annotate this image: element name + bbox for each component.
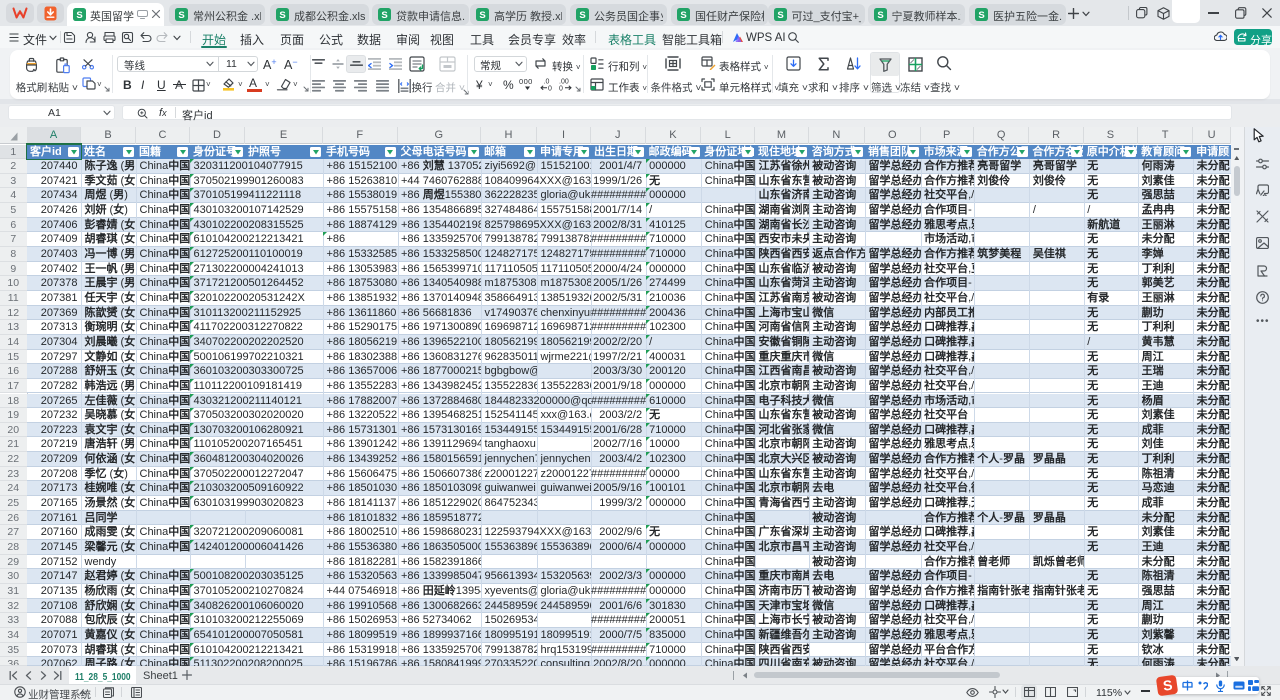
svg-text:000: 000 <box>519 77 533 86</box>
svg-text:S: S <box>178 10 184 21</box>
svg-text:.00: .00 <box>559 79 569 86</box>
svg-text:.0: .0 <box>544 79 550 86</box>
svg-text:S: S <box>579 10 585 21</box>
svg-text:0: 0 <box>559 86 563 92</box>
svg-text:S: S <box>777 10 783 21</box>
svg-text:S: S <box>76 10 82 21</box>
svg-text:S: S <box>680 10 686 21</box>
svg-text:S: S <box>978 10 984 21</box>
svg-text:S: S <box>877 10 883 21</box>
svg-text:0: 0 <box>548 86 552 92</box>
svg-text:S: S <box>381 10 387 21</box>
svg-text:S: S <box>479 10 485 21</box>
svg-text:S: S <box>279 10 285 21</box>
